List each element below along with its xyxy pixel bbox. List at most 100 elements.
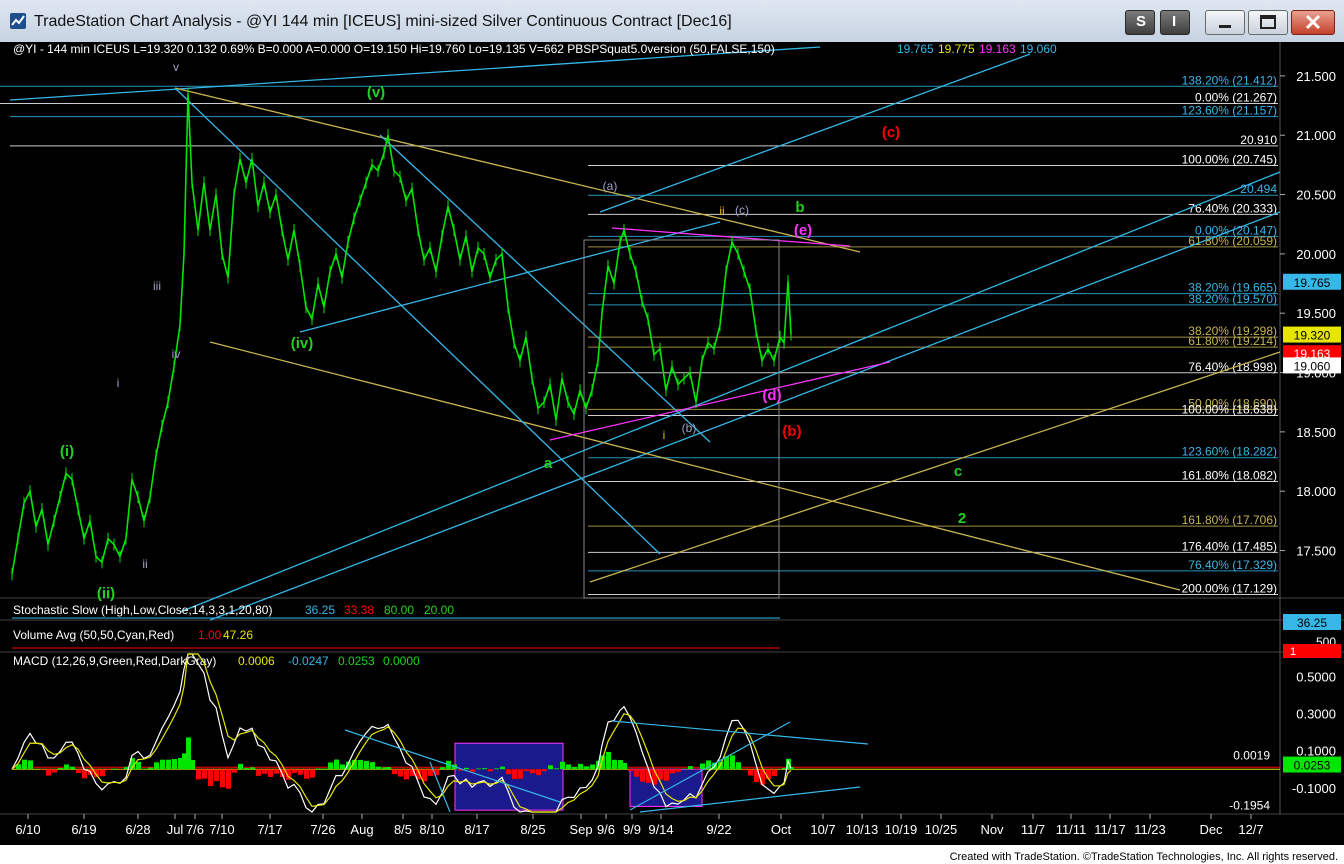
macd-histogram-bar: [322, 768, 327, 770]
fib-level-label: 161.80% (17.706): [1182, 513, 1277, 527]
macd-histogram-bar: [304, 769, 309, 779]
footer-copyright: Created with TradeStation. ©TradeStation…: [949, 851, 1338, 863]
time-tick-label: 7/10: [209, 822, 234, 837]
macd-annotation: 0.0019: [1233, 749, 1270, 763]
macd-histogram-bar: [166, 759, 171, 770]
macd-histogram-bar: [566, 764, 571, 770]
price-marker-label: 19.060: [1294, 359, 1331, 373]
wave-label: (c): [882, 124, 900, 141]
wave-label: (b): [782, 423, 801, 440]
macd-histogram-bar: [518, 769, 523, 779]
time-tick-label: 10/19: [885, 822, 918, 837]
minimize-button[interactable]: [1205, 10, 1245, 35]
macd-tick-label: 0.1000: [1296, 744, 1336, 759]
price-tick-label: 19.500: [1296, 306, 1336, 321]
wave-label: c: [954, 463, 962, 480]
i-button[interactable]: I: [1160, 10, 1190, 35]
fib-level-label: 138.20% (21.412): [1182, 73, 1277, 87]
macd-histogram-bar: [58, 767, 63, 770]
window-title: TradeStation Chart Analysis - @YI 144 mi…: [34, 13, 732, 30]
macd-histogram-bar: [220, 769, 225, 788]
macd-histogram-bar: [190, 759, 195, 770]
time-tick-label: 6/19: [71, 822, 96, 837]
macd-histogram-bar: [148, 767, 153, 770]
macd-histogram-bar: [208, 769, 213, 787]
time-tick-label: 11/7: [1021, 822, 1045, 837]
macd-histogram-bar: [670, 769, 675, 774]
time-tick-label: 10/25: [925, 822, 958, 837]
macd-histogram-bar: [310, 769, 315, 778]
chart-area[interactable]: 138.20% (21.412) 0.00% (21.267)123.60% (2…: [0, 42, 1344, 845]
stochastic-value: 36.25: [305, 603, 335, 617]
time-tick-label: 9/22: [706, 822, 731, 837]
time-tick-label: Sep: [569, 822, 592, 837]
time-tick-label: 7/17: [257, 822, 282, 837]
wave-label: (d): [762, 387, 781, 404]
fib-level-label: 100.00% (20.745): [1182, 152, 1277, 166]
price-tick-label: 20.000: [1296, 247, 1336, 262]
time-tick-label: 8/17: [464, 822, 489, 837]
macd-histogram-bar: [560, 761, 565, 770]
price-tick-label: 21.000: [1296, 128, 1336, 143]
macd-histogram-bar: [766, 769, 771, 780]
volume-value: 1.00: [198, 628, 222, 642]
wave-label: iii: [153, 279, 161, 293]
time-tick-label: 7/6: [186, 822, 204, 837]
macd-histogram-bar: [398, 769, 403, 777]
time-tick-label: 8/5: [394, 822, 412, 837]
fib-level-label: 76.40% (18.998): [1188, 360, 1277, 374]
macd-value: -0.0247: [288, 654, 329, 668]
fib-level-label: 123.60% (21.157): [1182, 104, 1277, 118]
s-button[interactable]: S: [1125, 10, 1155, 35]
stochastic-marker: 36.25: [1297, 616, 1327, 630]
maximize-button[interactable]: [1248, 10, 1288, 35]
macd-histogram-bar: [730, 755, 735, 770]
time-tick-label: 8/10: [419, 822, 444, 837]
macd-histogram-bar: [500, 766, 505, 770]
time-tick-label: 9/6: [597, 822, 615, 837]
macd-value: 0.0000: [383, 654, 420, 668]
macd-histogram-bar: [100, 769, 105, 777]
macd-histogram-bar: [370, 762, 375, 770]
macd-histogram-bar: [106, 769, 111, 771]
wave-label: ii: [719, 204, 724, 218]
close-button[interactable]: [1291, 10, 1335, 35]
fib-level-label: 20.494: [1240, 182, 1277, 196]
macd-histogram-bar: [386, 767, 391, 770]
wave-label: iv: [172, 347, 181, 361]
macd-histogram-bar: [572, 766, 577, 770]
wave-label: i: [663, 428, 666, 442]
macd-histogram-bar: [358, 759, 363, 770]
close-icon: [1305, 14, 1321, 30]
time-tick-label: 6/28: [125, 822, 150, 837]
time-tick-label: 11/17: [1094, 822, 1126, 837]
fib-level-label: 76.40% (17.329): [1188, 558, 1277, 572]
macd-histogram-bar: [46, 769, 51, 776]
macd-histogram-bar: [682, 768, 687, 770]
price-tick-label: 18.000: [1296, 484, 1336, 499]
time-tick-label: 9/14: [648, 822, 673, 837]
macd-histogram-bar: [512, 769, 517, 779]
wave-label: i: [117, 376, 120, 390]
macd-histogram-bar: [542, 769, 547, 772]
macd-histogram-bar: [789, 767, 794, 770]
macd-histogram-bar: [292, 769, 297, 773]
macd-histogram-bar: [428, 769, 433, 776]
time-tick-label: Nov: [980, 822, 1004, 837]
macd-histogram-bar: [440, 767, 445, 770]
macd-histogram-bar: [142, 768, 147, 770]
macd-histogram-bar: [376, 766, 381, 770]
macd-histogram-bar: [464, 767, 469, 770]
macd-tick-label: 0.5000: [1296, 669, 1336, 684]
macd-histogram-bar: [772, 769, 777, 777]
macd-histogram-bar: [640, 769, 645, 782]
macd-histogram-bar: [676, 769, 681, 772]
macd-value: 0.0006: [238, 654, 275, 668]
macd-tick-label: -0.1000: [1292, 781, 1336, 796]
macd-histogram-bar: [76, 769, 81, 774]
time-tick-label: 8/25: [520, 822, 545, 837]
macd-annotation: -0.1954: [1229, 799, 1270, 813]
header-study-value: 19.775: [938, 42, 975, 56]
macd-histogram-bar: [688, 766, 693, 770]
macd-histogram-bar: [226, 769, 231, 789]
